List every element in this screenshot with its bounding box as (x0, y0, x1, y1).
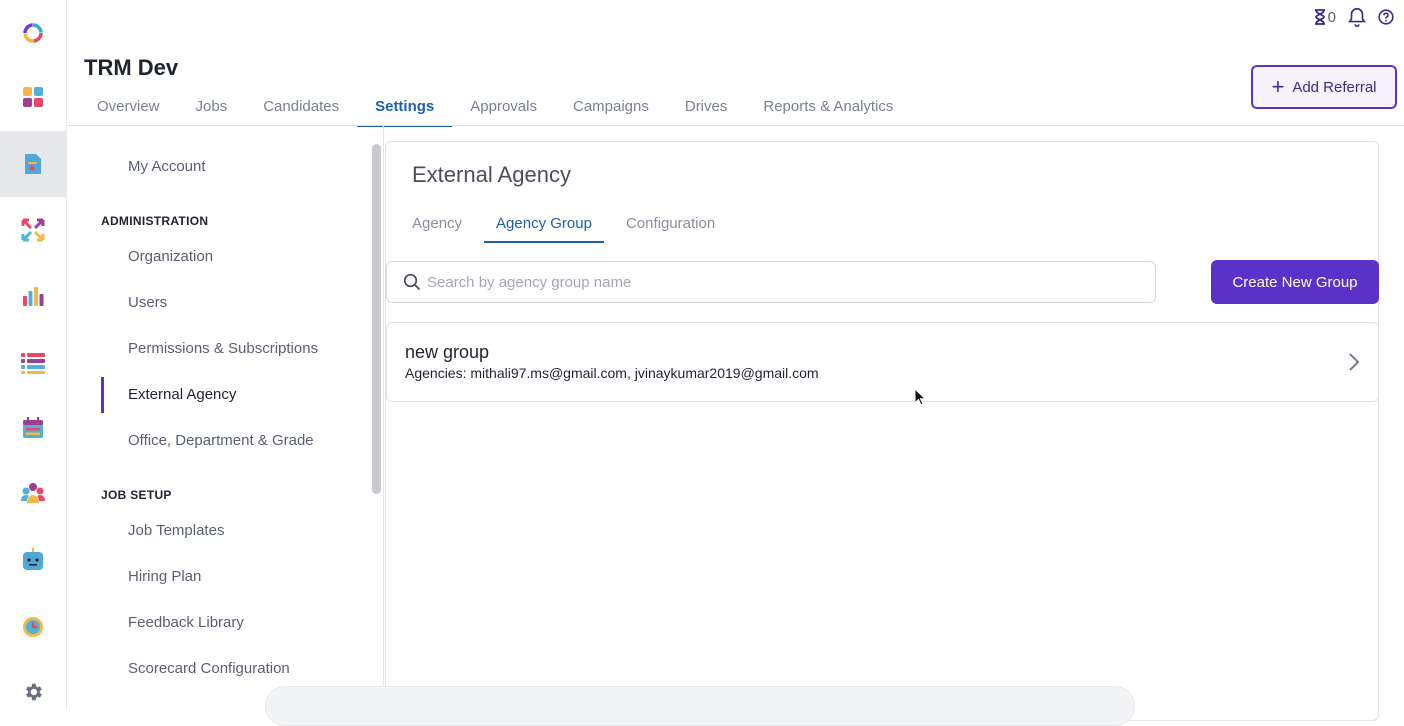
panel-title: External Agency (412, 162, 571, 187)
pending-tasks[interactable]: 0 (1314, 9, 1336, 26)
settings-document-icon[interactable] (0, 131, 66, 197)
create-new-group-button[interactable]: Create New Group (1211, 260, 1379, 304)
nav-permissions-subscriptions[interactable]: Permissions & Subscriptions (101, 331, 371, 367)
subtab-agency[interactable]: Agency (400, 205, 474, 243)
main-tabs: Overview Jobs Candidates Settings Approv… (79, 88, 911, 127)
group-agencies: Agencies: mithali97.ms@gmail.com, jvinay… (405, 365, 819, 381)
subtab-configuration[interactable]: Configuration (614, 205, 727, 243)
nav-hiring-plan[interactable]: Hiring Plan (101, 559, 371, 595)
group-name: new group (405, 342, 490, 362)
nav-office-department-grade[interactable]: Office, Department & Grade (101, 423, 371, 459)
app-icon-rail (0, 0, 67, 710)
alarm-clock-icon[interactable] (0, 593, 66, 659)
tab-approvals[interactable]: Approvals (452, 88, 555, 126)
tab-reports-analytics[interactable]: Reports & Analytics (745, 88, 911, 126)
referral-arrows-icon[interactable] (0, 197, 66, 263)
list-icon[interactable] (0, 330, 66, 396)
nav-external-agency[interactable]: External Agency (101, 377, 371, 413)
bot-icon[interactable] (0, 527, 66, 593)
logo-icon[interactable] (0, 0, 66, 66)
settings-nav: My Account ADMINISTRATION Organization U… (67, 126, 385, 710)
nav-users[interactable]: Users (101, 285, 371, 321)
panel-sub-tabs: Agency Agency Group Configuration (400, 205, 737, 243)
external-agency-panel: External Agency Agency Agency Group Conf… (385, 141, 1379, 721)
pending-count: 0 (1327, 8, 1336, 26)
nav-my-account[interactable]: My Account (101, 149, 371, 185)
nav-job-templates[interactable]: Job Templates (101, 513, 371, 549)
tab-settings[interactable]: Settings (357, 88, 453, 127)
tab-candidates[interactable]: Candidates (245, 88, 357, 126)
topbar-actions: 0 (1314, 6, 1394, 28)
gear-icon[interactable] (0, 659, 66, 725)
add-referral-label: Add Referral (1292, 78, 1377, 96)
dashboard-icon[interactable] (0, 64, 66, 130)
search-input[interactable] (427, 273, 1127, 291)
calendar-icon[interactable] (0, 395, 66, 461)
tab-jobs[interactable]: Jobs (178, 88, 246, 126)
mouse-cursor-icon (914, 388, 926, 406)
chevron-right-icon[interactable] (1348, 353, 1360, 371)
nav-scrollbar[interactable] (372, 144, 381, 494)
plus-icon: + (1271, 74, 1285, 99)
search-icon (403, 273, 421, 291)
app-title: TRM Dev (84, 55, 179, 80)
tab-drives[interactable]: Drives (667, 88, 746, 126)
nav-section-administration: ADMINISTRATION (101, 214, 209, 228)
agency-group-row[interactable]: new group Agencies: mithali97.ms@gmail.c… (386, 322, 1379, 402)
subtab-agency-group[interactable]: Agency Group (484, 205, 604, 243)
search-field (386, 261, 1156, 303)
nav-scorecard-configuration[interactable]: Scorecard Configuration (101, 651, 371, 687)
nav-feedback-library[interactable]: Feedback Library (101, 605, 371, 641)
bottom-overlay-bar (265, 686, 1135, 726)
team-people-icon[interactable] (0, 460, 66, 526)
nav-organization[interactable]: Organization (101, 239, 371, 275)
nav-divider (383, 126, 384, 710)
hourglass-icon (1314, 9, 1325, 25)
bell-icon[interactable] (1346, 6, 1368, 28)
nav-section-job-setup: JOB SETUP (101, 488, 172, 502)
analytics-bars-icon[interactable] (0, 263, 66, 329)
tab-overview[interactable]: Overview (79, 88, 178, 126)
help-icon[interactable] (1378, 9, 1394, 25)
tab-campaigns[interactable]: Campaigns (555, 88, 667, 126)
add-referral-button[interactable]: + Add Referral (1251, 65, 1397, 109)
